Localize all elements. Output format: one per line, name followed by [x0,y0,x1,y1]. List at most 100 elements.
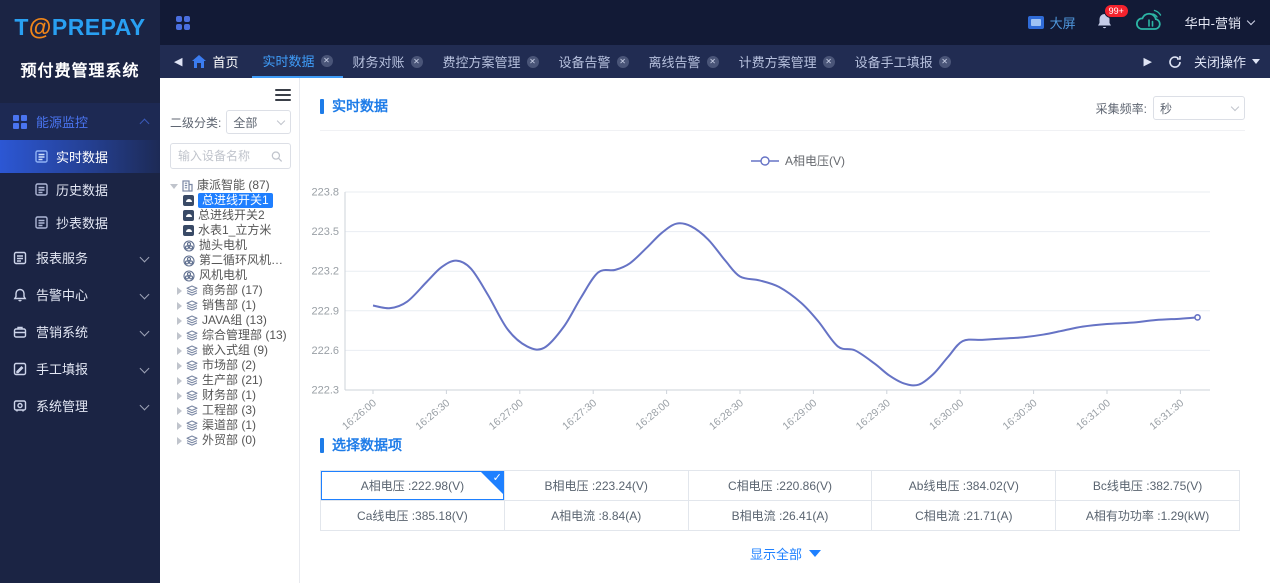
tab-5[interactable]: 计费方案管理✕ [729,45,845,78]
sidebar: T@PREPAY 预付费管理系统 能源监控 实时数据 历史数据 [0,0,160,583]
sidebar-item-energy-monitor[interactable]: 能源监控 [0,103,160,140]
tree-group-4[interactable]: 嵌入式组 (9) [177,343,291,358]
tab-close-icon[interactable]: ✕ [707,56,719,68]
caret-collapsed-icon[interactable] [177,392,182,400]
tab-home[interactable]: 首页 [192,52,238,71]
tab-6[interactable]: 设备手工填报✕ [845,45,961,78]
caret-collapsed-icon[interactable] [177,422,182,430]
tree-group-5[interactable]: 市场部 (2) [177,358,291,373]
caret-collapsed-icon[interactable] [177,407,182,415]
chart-legend[interactable]: A相电压(V) [751,154,845,168]
caret-collapsed-icon[interactable] [177,377,182,385]
caret-expanded-icon[interactable] [170,184,178,189]
panel-menu-icon[interactable] [275,86,291,104]
tree-device-5[interactable]: 风机电机 [183,268,291,283]
tree-root-company[interactable]: 康派智能 (87) [170,178,291,193]
tab-0[interactable]: 实时数据✕ [252,45,342,78]
sidebar-item-history-data[interactable]: 历史数据 [0,173,160,206]
voltage-line-chart[interactable]: 223.8223.5223.2222.9222.6222.316:26:0016… [305,140,1255,440]
x-axis-tick-label: 16:26:00 [340,397,379,433]
refresh-icon[interactable] [1168,55,1182,69]
notification-bell-button[interactable]: 99+ [1096,12,1113,33]
sidebar-item-marketing-system[interactable]: 营销系统 [0,313,160,350]
tree-device-4[interactable]: 第二循环风机电机 [183,253,291,268]
tree-device-3[interactable]: 抛头电机 [183,238,291,253]
sidebar-item-manual-fill[interactable]: 手工填报 [0,350,160,387]
sidebar-item-report-service[interactable]: 报表服务 [0,239,160,276]
category-label: 二级分类: [170,114,221,131]
briefcase-icon [12,324,27,339]
tree-group-1[interactable]: 销售部 (1) [177,298,291,313]
data-item-cell-1[interactable]: B相电压 :223.24(V) [505,471,689,501]
tree-group-3[interactable]: 综合管理部 (13) [177,328,291,343]
tree-device-label: 抛头电机 [199,238,247,253]
chevron-down-icon [1247,17,1255,25]
collect-frequency-value: 秒 [1160,100,1172,117]
tree-device-2[interactable]: 水表1_立方米 [183,223,291,238]
chevron-down-icon [140,253,150,263]
tab-close-icon[interactable]: ✕ [939,56,951,68]
show-all-button[interactable]: 显示全部 [301,544,1270,563]
data-item-cell-4[interactable]: Bc线电压 :382.75(V) [1056,471,1240,501]
data-item-label: B相电压 :223.24(V) [545,477,648,494]
tab-close-icon[interactable]: ✕ [411,56,423,68]
close-operations-dropdown[interactable]: 关闭操作 [1194,52,1260,71]
layers-icon [186,420,198,431]
data-item-cell-5[interactable]: Ca线电压 :385.18(V) [321,501,505,531]
x-axis-tick-label: 16:29:00 [780,397,819,433]
tabs-scroll-right-icon[interactable]: ▶ [1140,55,1156,68]
tab-1[interactable]: 财务对账✕ [343,45,433,78]
layers-icon [186,390,198,401]
collect-frequency-select[interactable]: 秒 [1153,96,1245,120]
tree-device-0[interactable]: 总进线开关1 [183,193,291,208]
data-item-cell-2[interactable]: C相电压 :220.86(V) [689,471,873,501]
logo-text: T@PREPAY [10,14,150,41]
data-item-cell-7[interactable]: B相电流 :26.41(A) [689,501,873,531]
caret-collapsed-icon[interactable] [177,362,182,370]
caret-collapsed-icon[interactable] [177,287,182,295]
tree-group-6[interactable]: 生产部 (21) [177,373,291,388]
tab-close-icon[interactable]: ✕ [527,56,539,68]
tab-close-icon[interactable]: ✕ [321,55,333,67]
data-item-cell-6[interactable]: A相电流 :8.84(A) [505,501,689,531]
collapse-menu-icon[interactable] [176,16,190,30]
tree-device-1[interactable]: 总进线开关2 [183,208,291,223]
tab-4[interactable]: 离线告警✕ [639,45,729,78]
category-select[interactable]: 全部 [226,110,291,134]
tab-3[interactable]: 设备告警✕ [549,45,639,78]
caret-collapsed-icon[interactable] [177,302,182,310]
document-icon [34,150,48,164]
tree-group-0[interactable]: 商务部 (17) [177,283,291,298]
tree-group-8[interactable]: 工程部 (3) [177,403,291,418]
cloud-status-button[interactable] [1133,8,1165,37]
caret-collapsed-icon[interactable] [177,317,182,325]
chevron-down-icon [1252,59,1260,64]
caret-collapsed-icon[interactable] [177,437,182,445]
tree-group-9[interactable]: 渠道部 (1) [177,418,291,433]
tree-group-label: 市场部 (2) [202,358,256,373]
tab-close-icon[interactable]: ✕ [617,56,629,68]
device-tree: 康派智能 (87) 总进线开关1总进线开关2水表1_立方米抛头电机第二循环风机电… [170,178,291,448]
motor-icon [183,255,195,267]
caret-collapsed-icon[interactable] [177,332,182,340]
data-item-cell-0[interactable]: A相电压 :222.98(V) [321,471,505,501]
data-item-cell-8[interactable]: C相电流 :21.71(A) [872,501,1056,531]
sidebar-item-meter-reading-data[interactable]: 抄表数据 [0,206,160,239]
user-menu[interactable]: 华中-营销 [1185,13,1254,32]
grid-icon [12,114,27,129]
big-screen-button[interactable]: 大屏 [1028,13,1076,32]
tree-group-7[interactable]: 财务部 (1) [177,388,291,403]
sidebar-item-realtime-data[interactable]: 实时数据 [0,140,160,173]
tree-group-2[interactable]: JAVA组 (13) [177,313,291,328]
tab-close-icon[interactable]: ✕ [823,56,835,68]
tree-group-10[interactable]: 外贸部 (0) [177,433,291,448]
chevron-down-icon [809,550,821,557]
data-item-cell-9[interactable]: A相有功功率 :1.29(kW) [1056,501,1240,531]
sidebar-item-alarm-center[interactable]: 告警中心 [0,276,160,313]
tab-2[interactable]: 费控方案管理✕ [433,45,549,78]
sidebar-item-system-management[interactable]: 系统管理 [0,387,160,424]
caret-collapsed-icon[interactable] [177,347,182,355]
data-item-cell-3[interactable]: Ab线电压 :384.02(V) [872,471,1056,501]
tabs-scroll-left-icon[interactable]: ◀ [170,55,186,68]
device-search-input[interactable] [178,149,271,163]
